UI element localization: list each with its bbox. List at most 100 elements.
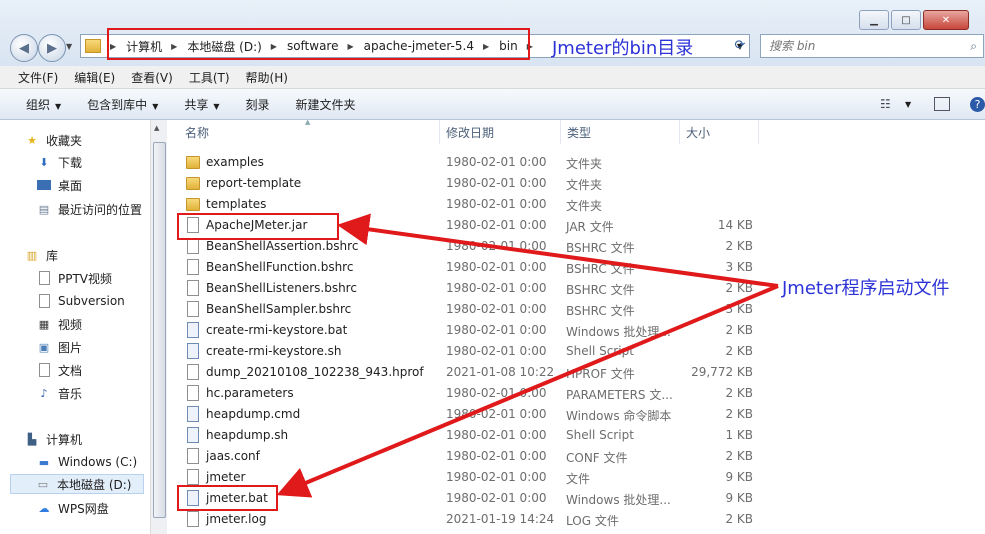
new-folder-button[interactable]: 新建文件夹 [296,96,356,113]
file-icon [186,364,200,380]
search-input[interactable] [767,38,951,54]
file-size: 14 KB [717,218,753,232]
nav-item-music[interactable]: ♪ 音乐 [36,383,82,403]
chevron-down-icon: ▼ [152,101,159,111]
file-name: heapdump.cmd [206,407,301,421]
close-button[interactable]: ✕ [923,10,969,30]
table-row[interactable]: hc.parameters 1980-02-01 0:00 PARAMETERS 文… [167,383,985,403]
table-row[interactable]: BeanShellSampler.bshrc 1980-02-01 0:00 BSH… [167,299,985,319]
nav-computer[interactable]: ▙ 计算机 [24,429,82,449]
file-type: 文件夹 [566,157,603,171]
file-name: heapdump.sh [206,428,289,442]
view-options-icon[interactable]: ☷ [880,97,891,111]
folder-icon [186,196,200,212]
share-button[interactable]: 共享 ▼ [184,96,219,113]
nav-item-subversion[interactable]: Subversion [36,291,125,311]
preview-pane-icon[interactable] [934,97,950,111]
file-name: jmeter [206,470,246,484]
table-row[interactable]: jmeter 1980-02-01 0:00 文件 9 KB [167,467,985,487]
file-date: 1980-02-01 0:00 [446,344,547,358]
file-size: 2 KB [725,281,753,295]
file-name: create-rmi-keystore.bat [206,323,348,337]
file-size: 3 KB [725,260,753,274]
table-row[interactable]: examples 1980-02-01 0:00 文件夹 [167,152,985,172]
nav-item-downloads[interactable]: ⬇ 下载 [36,152,82,172]
menu-tools[interactable]: 工具(T) [189,69,230,86]
table-row[interactable]: create-rmi-keystore.bat 1980-02-01 0:00 Wi… [167,320,985,340]
download-folder-icon: ⬇ [39,155,49,169]
chevron-down-icon: ▼ [55,101,62,111]
windows-drive-icon: ▬ [38,455,50,469]
table-row[interactable]: create-rmi-keystore.sh 1980-02-01 0:00 She… [167,341,985,361]
column-type[interactable]: 类型 [561,120,680,144]
scrollbar-thumb[interactable] [153,142,166,518]
table-row[interactable]: jmeter.bat 1980-02-01 0:00 Windows 批处理... 9… [167,488,985,508]
file-type: LOG 文件 [566,514,619,528]
table-row[interactable]: jmeter.log 2021-01-19 14:24 LOG 文件 2 KB [167,509,985,529]
table-row[interactable]: heapdump.cmd 1980-02-01 0:00 Windows 命令脚本 2… [167,404,985,424]
picture-icon: ▣ [38,340,50,354]
nav-label: Windows (C:) [58,455,138,469]
view-options-chevron-icon[interactable]: ▼ [905,100,911,109]
folder-icon [85,39,101,53]
column-name[interactable]: 名称 ▲ [179,118,440,144]
nav-item-documents[interactable]: 文档 [36,360,82,380]
nav-item-pictures[interactable]: ▣ 图片 [36,337,82,357]
menu-edit[interactable]: 编辑(E) [74,69,115,86]
nav-item-pptv[interactable]: PPTV视频 [36,268,112,288]
file-date: 1980-02-01 0:00 [446,176,547,190]
forward-button[interactable]: ▶ [38,34,66,62]
nav-item-drive-c[interactable]: ▬ Windows (C:) [36,452,137,472]
table-row[interactable]: report-template 1980-02-01 0:00 文件夹 [167,173,985,193]
file-date: 1980-02-01 0:00 [446,449,547,463]
column-size[interactable]: 大小 [680,120,759,144]
maximize-button[interactable]: □ [891,10,921,30]
nav-item-desktop[interactable]: 桌面 [36,175,82,195]
file-name: BeanShellAssertion.bshrc [206,239,359,253]
jar-highlight [177,213,339,240]
file-icon [186,238,200,254]
recent-pages-chevron-icon[interactable]: ▼ [66,42,72,51]
menu-help[interactable]: 帮助(H) [246,69,288,86]
table-row[interactable]: heapdump.sh 1980-02-01 0:00 Shell Script 1 … [167,425,985,445]
table-row[interactable]: templates 1980-02-01 0:00 文件夹 [167,194,985,214]
menu-file[interactable]: 文件(F) [18,69,58,86]
column-date[interactable]: 修改日期 [440,120,561,144]
search-box[interactable]: ⌕ [760,34,984,58]
nav-libraries[interactable]: ▥ 库 [24,245,58,265]
file-type: Windows 命令脚本 [566,409,672,423]
file-date: 1980-02-01 0:00 [446,302,547,316]
navigation-pane: ★ 收藏夹 ⬇ 下载 桌面 ▤ 最近访问的位置 ▥ 库 PPTV视频 Subversio… [0,120,150,534]
nav-item-recent[interactable]: ▤ 最近访问的位置 [36,199,142,219]
file-type: Windows 批处理... [566,325,671,339]
minimize-button[interactable]: ▁ [859,10,889,30]
search-icon[interactable]: ⌕ [970,39,977,54]
file-type: BSHRC 文件 [566,241,635,255]
script-file-icon [186,427,200,443]
nav-label: 本地磁盘 (D:) [57,477,132,492]
include-in-library-button[interactable]: 包含到库中 ▼ [87,96,158,113]
document-icon [36,271,52,285]
menu-view[interactable]: 查看(V) [131,69,173,86]
organize-button[interactable]: 组织 ▼ [26,96,61,113]
file-size: 2 KB [725,449,753,463]
burn-button[interactable]: 刻录 [246,96,270,113]
file-icon [186,511,200,527]
file-icon [186,259,200,275]
refresh-button[interactable]: ⟳ [730,35,750,55]
scroll-up-icon[interactable]: ▲ [154,124,159,132]
file-name: examples [206,155,264,169]
table-row[interactable]: jaas.conf 1980-02-01 0:00 CONF 文件 2 KB [167,446,985,466]
nav-label: 收藏夹 [46,133,83,148]
navigation-scrollbar[interactable]: ▲ [150,120,167,534]
nav-item-drive-d[interactable]: ▭ 本地磁盘 (D:) [10,474,144,494]
nav-favorites[interactable]: ★ 收藏夹 [24,130,82,150]
file-name: hc.parameters [206,386,294,400]
back-button[interactable]: ◀ [10,34,38,62]
nav-item-wps[interactable]: ☁ WPS网盘 [36,498,109,518]
nav-label: 计算机 [46,432,83,447]
table-row[interactable]: dump_20210108_102238_943.hprof 2021-01-08… [167,362,985,382]
nav-label: 图片 [58,340,83,355]
help-icon[interactable]: ? [970,96,985,112]
nav-item-videos[interactable]: ▦ 视频 [36,314,82,334]
